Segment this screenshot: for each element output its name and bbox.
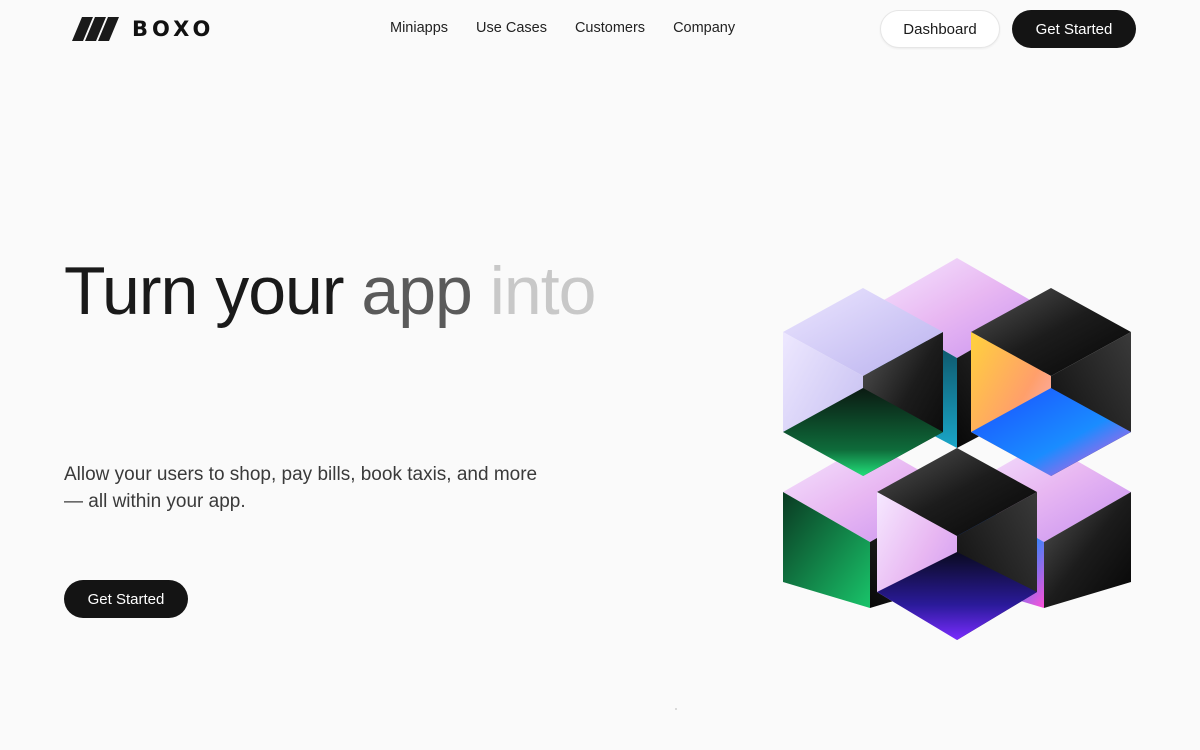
hero-get-started-button[interactable]: Get Started [64, 580, 188, 618]
hero-title-word: your [215, 253, 344, 329]
dashboard-button[interactable]: Dashboard [880, 10, 1000, 48]
iridescent-cubes-illustration [783, 258, 1131, 640]
nav-item-miniapps[interactable]: Miniapps [390, 19, 448, 37]
header-get-started-button[interactable]: Get Started [1012, 10, 1136, 48]
hero-title: Turn your app into [64, 256, 624, 326]
hero-subtitle: Allow your users to shop, pay bills, boo… [64, 464, 538, 512]
boxo-slashes-logo-icon [72, 17, 119, 41]
main-nav: Miniapps Use Cases Customers Company [390, 19, 735, 37]
brand-wordmark: BOXO [132, 17, 215, 41]
hero-title-word: Turn [64, 253, 198, 329]
top-navigation-bar: BOXO Miniapps Use Cases Customers Compan… [0, 0, 1200, 58]
decorative-dot [675, 708, 677, 710]
hero-title-word: app [361, 253, 472, 329]
nav-item-company[interactable]: Company [673, 19, 735, 37]
nav-item-customers[interactable]: Customers [575, 19, 645, 37]
landing-page: BOXO Miniapps Use Cases Customers Compan… [0, 0, 1200, 750]
hero-title-word: into [489, 253, 597, 329]
nav-item-use-cases[interactable]: Use Cases [476, 19, 547, 37]
brand-logo[interactable]: BOXO [72, 17, 214, 41]
